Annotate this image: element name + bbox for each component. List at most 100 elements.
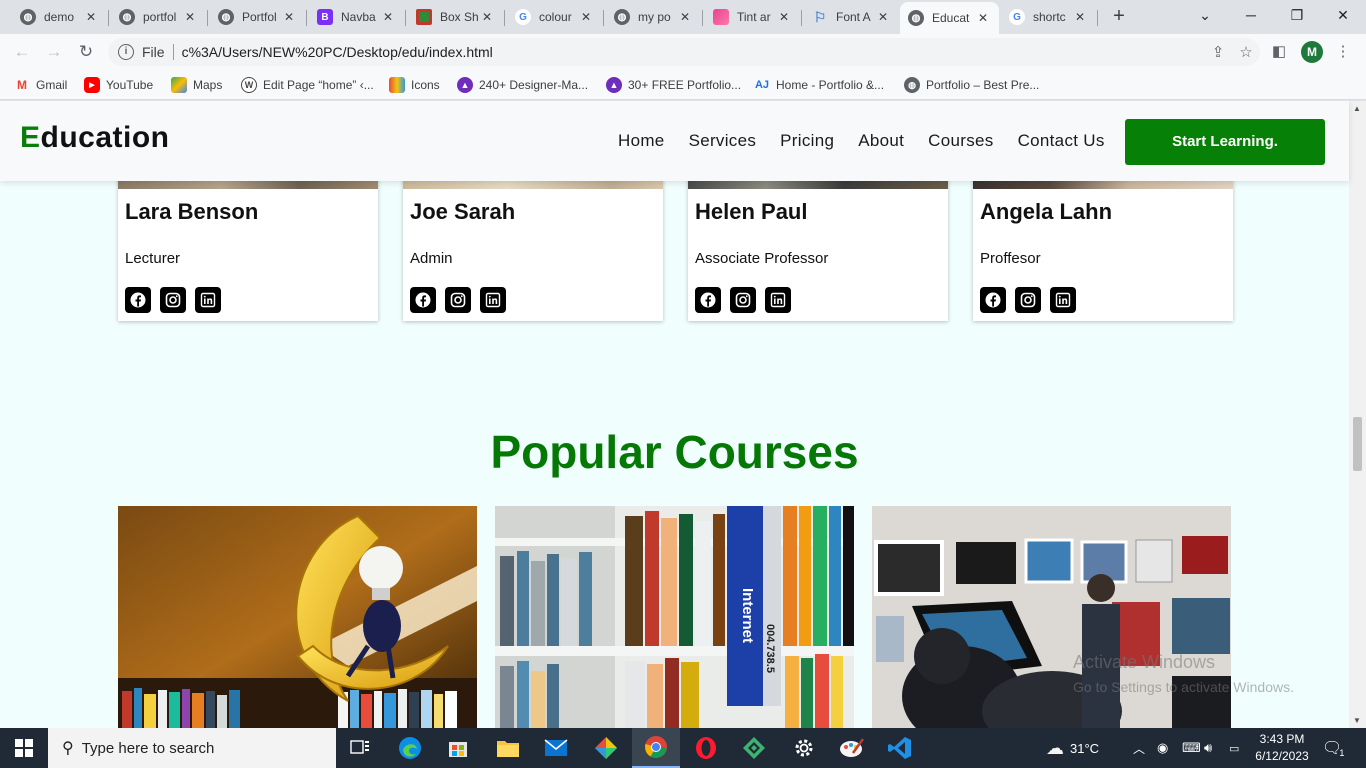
tab-portfolio-2[interactable]: ◍ Portfol ✕ xyxy=(210,4,305,30)
back-arrow-icon[interactable]: ← xyxy=(10,40,34,64)
tab-shortcuts[interactable]: G shortc ✕ xyxy=(1001,4,1096,30)
tab-navbar[interactable]: B Navba ✕ xyxy=(309,4,404,30)
close-window-button[interactable]: ✕ xyxy=(1320,0,1366,32)
store-icon[interactable] xyxy=(434,728,482,768)
meet-now-icon[interactable]: ⌨ xyxy=(1182,728,1201,768)
bookmark-free-portfolio[interactable]: ▲ 30+ FREE Portfolio... xyxy=(606,76,741,94)
close-icon[interactable]: ✕ xyxy=(875,10,891,24)
tab-font-awesome[interactable]: ⚐ Font A ✕ xyxy=(804,4,899,30)
taskbar-search-box[interactable]: ⚲ Type here to search xyxy=(48,728,336,768)
more-menu-icon[interactable]: ⋮ xyxy=(1332,42,1354,64)
bookmark-home-portfolio[interactable]: AJ Home - Portfolio &... xyxy=(754,76,884,94)
close-icon[interactable]: ✕ xyxy=(975,11,991,25)
tray-chevron-up-icon[interactable]: ︿ xyxy=(1133,728,1145,768)
file-explorer-icon[interactable] xyxy=(484,728,532,768)
forward-arrow-icon[interactable]: → xyxy=(42,40,66,64)
linkedin-icon[interactable] xyxy=(480,287,506,313)
bookmark-youtube[interactable]: ▶ YouTube xyxy=(84,76,153,94)
location-icon[interactable]: ◉ xyxy=(1157,728,1168,768)
windows-taskbar: ⚲ Type here to search ☁ 31°C ︿ ◉ ⌨ 🔊︎ ▭ … xyxy=(0,728,1366,768)
course-image-bookshelf[interactable]: Internet 004.738.5 xyxy=(495,506,854,728)
scroll-down-arrow-icon[interactable]: ▼ xyxy=(1353,716,1361,725)
battery-icon[interactable]: ▭ xyxy=(1229,728,1239,768)
bookmark-designer[interactable]: ▲ 240+ Designer-Ma... xyxy=(457,76,588,94)
nav-pricing[interactable]: Pricing xyxy=(780,131,834,151)
facebook-icon[interactable] xyxy=(125,287,151,313)
share-icon[interactable]: ⇪ xyxy=(1204,43,1232,61)
bookmark-star-icon[interactable]: ☆ xyxy=(1232,43,1260,61)
new-tab-button[interactable]: + xyxy=(1108,6,1130,28)
page-scrollbar[interactable]: ▲ ▼ xyxy=(1349,101,1366,728)
scrollbar-thumb[interactable] xyxy=(1353,417,1362,471)
scroll-up-arrow-icon[interactable]: ▲ xyxy=(1353,104,1361,113)
edge-icon[interactable] xyxy=(386,728,434,768)
reload-icon[interactable]: ↻ xyxy=(74,40,98,64)
close-icon[interactable]: ✕ xyxy=(83,10,99,24)
windows-start-button[interactable] xyxy=(0,728,48,768)
close-icon[interactable]: ✕ xyxy=(578,10,594,24)
volume-icon[interactable]: 🔊︎ xyxy=(1204,728,1212,768)
facebook-icon[interactable] xyxy=(410,287,436,313)
tab-colour[interactable]: G colour ✕ xyxy=(507,4,602,30)
tab-portfolio-1[interactable]: ◍ portfol ✕ xyxy=(111,4,206,30)
instagram-icon[interactable] xyxy=(160,287,186,313)
nav-courses[interactable]: Courses xyxy=(928,131,993,151)
bookmark-maps[interactable]: Maps xyxy=(171,76,222,94)
nav-about[interactable]: About xyxy=(858,131,904,151)
restore-button[interactable]: ❐ xyxy=(1274,0,1320,32)
linkedin-icon[interactable] xyxy=(195,287,221,313)
tab-separator xyxy=(504,10,505,26)
kite-icon[interactable] xyxy=(730,728,778,768)
tab-my-portfolio[interactable]: ◍ my po ✕ xyxy=(606,4,701,30)
taskbar-clock[interactable]: 3:43 PM 6/12/2023 xyxy=(1240,731,1324,765)
facebook-icon[interactable] xyxy=(695,287,721,313)
tab-separator xyxy=(405,10,406,26)
colorful-app-icon[interactable] xyxy=(582,728,630,768)
close-icon[interactable]: ✕ xyxy=(380,10,396,24)
tab-education-active[interactable]: ◍ Educat ✕ xyxy=(900,2,999,34)
tab-search-chevron-icon[interactable]: ⌄ xyxy=(1182,0,1228,32)
linkedin-icon[interactable] xyxy=(765,287,791,313)
url-text[interactable]: c%3A/Users/NEW%20PC/Desktop/edu/index.ht… xyxy=(182,44,1204,60)
bookmark-edit-page[interactable]: W Edit Page “home” ‹... xyxy=(241,76,374,94)
profile-avatar[interactable]: M xyxy=(1301,41,1323,63)
instagram-icon[interactable] xyxy=(445,287,471,313)
bookmark-portfolio-best[interactable]: ◍ Portfolio – Best Pre... xyxy=(904,76,1039,94)
nav-contact-us[interactable]: Contact Us xyxy=(1018,131,1105,151)
nav-services[interactable]: Services xyxy=(689,131,757,151)
course-image-moon-lamp[interactable] xyxy=(118,506,477,728)
start-learning-button[interactable]: Start Learning. xyxy=(1125,119,1325,165)
linkedin-icon[interactable] xyxy=(1050,287,1076,313)
close-icon[interactable]: ✕ xyxy=(479,10,495,24)
facebook-icon[interactable] xyxy=(980,287,1006,313)
minimize-button[interactable]: ─ xyxy=(1228,0,1274,32)
close-icon[interactable]: ✕ xyxy=(776,10,792,24)
mail-icon[interactable] xyxy=(532,728,580,768)
weather-widget[interactable]: ☁ 31°C xyxy=(1046,728,1099,768)
bookmark-icons[interactable]: Icons xyxy=(389,76,440,94)
instagram-icon[interactable] xyxy=(1015,287,1041,313)
close-icon[interactable]: ✕ xyxy=(281,10,297,24)
close-icon[interactable]: ✕ xyxy=(1072,10,1088,24)
opera-icon[interactable] xyxy=(682,728,730,768)
tab-demo[interactable]: ◍ demo ✕ xyxy=(12,4,107,30)
settings-icon[interactable] xyxy=(780,728,828,768)
browser-tab-strip: ◍ demo ✕ ◍ portfol ✕ ◍ Portfol ✕ B Navba… xyxy=(0,0,1366,34)
address-bar[interactable]: i File c%3A/Users/NEW%20PC/Desktop/edu/i… xyxy=(108,38,1260,66)
nav-home[interactable]: Home xyxy=(618,131,665,151)
notification-center-icon[interactable]: 🗨︎ 1 xyxy=(1322,728,1344,768)
bookmark-gmail[interactable]: M Gmail xyxy=(14,76,67,94)
paint-icon[interactable] xyxy=(828,728,876,768)
instagram-icon[interactable] xyxy=(730,287,756,313)
tab-tint[interactable]: Tint ar ✕ xyxy=(705,4,800,30)
task-view-icon[interactable] xyxy=(336,728,384,768)
site-logo[interactable]: Education xyxy=(20,121,170,155)
tab-title: Educat xyxy=(932,11,970,25)
close-icon[interactable]: ✕ xyxy=(182,10,198,24)
info-icon[interactable]: i xyxy=(118,44,134,60)
side-panel-icon[interactable]: ◧ xyxy=(1268,42,1290,64)
tab-box-shadow[interactable]: Box Sh ✕ xyxy=(408,4,503,30)
close-icon[interactable]: ✕ xyxy=(677,10,693,24)
vscode-icon[interactable] xyxy=(876,728,924,768)
chrome-icon[interactable] xyxy=(632,728,680,768)
